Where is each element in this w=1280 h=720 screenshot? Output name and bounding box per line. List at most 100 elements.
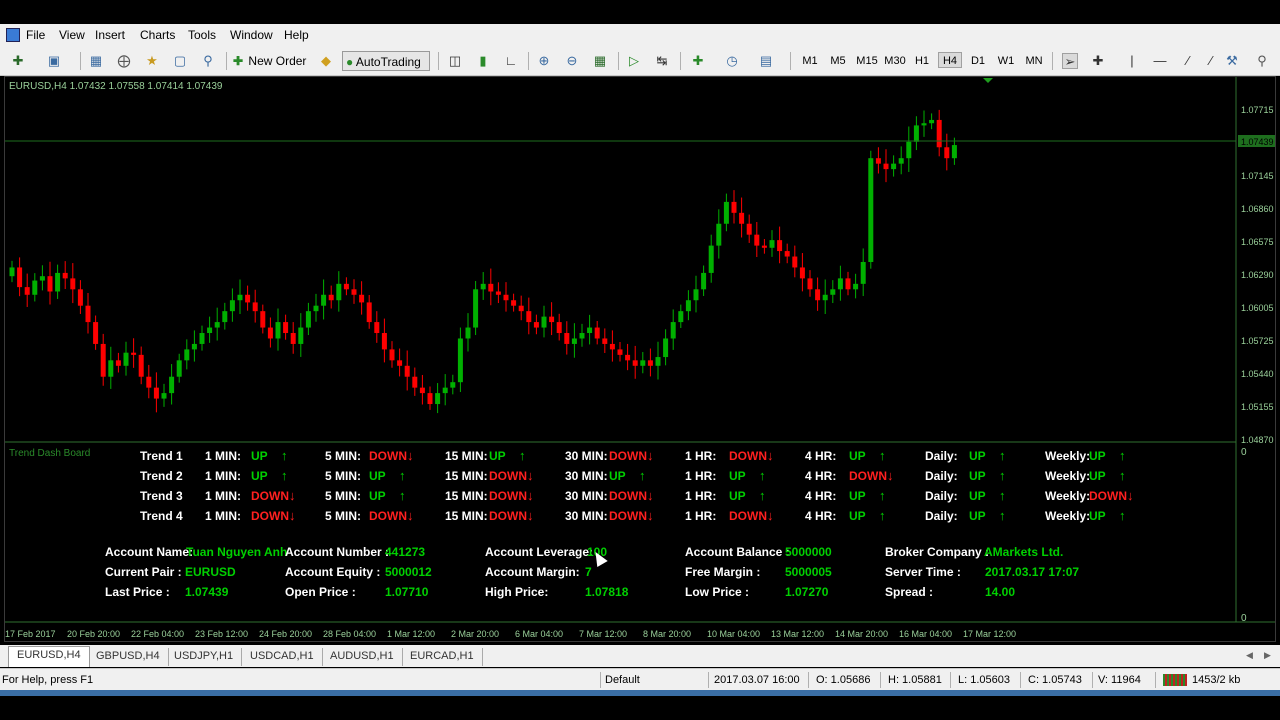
time-label: 17 Mar 12:00 [963,629,1016,639]
candle-body [47,276,53,292]
indicators-icon[interactable]: ✚ [690,53,706,69]
price-label: 1.04870 [1241,435,1274,445]
chart-shift-icon[interactable]: ▷ [626,53,642,69]
candle-body [39,276,45,281]
tab-usdcad-h1[interactable]: USDCAD,H1 [242,648,323,666]
tab-audusd-h1[interactable]: AUDUSD,H1 [322,648,403,666]
bar-chart-icon[interactable]: ◫ [447,53,463,69]
candle-body [70,278,76,290]
indicator-zero-label: 0 [1241,447,1247,458]
timeframe-h1[interactable]: H1 [911,53,933,69]
line-chart-icon[interactable]: ∟ [503,53,519,69]
chart-window[interactable]: 1.07715 1.07439 1.07145 1.06860 1.06575 1.062… [4,76,1276,642]
vertical-line-icon[interactable]: | [1124,53,1140,69]
autotrading-button[interactable]: ● AutoTrading [342,51,430,71]
menu-view[interactable]: View [59,28,85,42]
candle-body [518,305,524,312]
metaeditor-icon[interactable]: ◆ [318,53,334,69]
new-order-icon: ✚ [233,54,244,68]
chart-header: EURUSD,H4 1.07432 1.07558 1.07414 1.0743… [9,81,223,92]
menu-bar: File View Insert Charts Tools Window Hel… [0,24,1280,65]
candle-body [298,327,304,344]
timeframe-mn[interactable]: MN [1023,53,1045,69]
zoom-out-icon[interactable]: ⊖ [564,53,580,69]
timeframe-m1[interactable]: M1 [799,53,821,69]
candle-body [655,357,661,366]
candle-body [245,294,251,303]
horizontal-line-icon[interactable]: — [1152,53,1168,69]
menu-help[interactable]: Help [284,28,309,42]
candle-body [807,278,813,290]
time-label: 10 Mar 04:00 [707,629,760,639]
price-chart[interactable]: 1.07715 1.07439 1.07145 1.06860 1.06575 1.062… [5,77,1275,641]
candle-body [701,272,707,290]
tabs-scroll-left-icon[interactable]: ◀ [1246,650,1253,661]
price-label: 1.05725 [1241,336,1274,346]
profiles-icon[interactable]: ▣ [46,53,62,69]
price-label: 1.06860 [1241,204,1274,214]
new-chart-icon[interactable]: ✚ [10,53,26,69]
menu-insert[interactable]: Insert [95,28,125,42]
crosshair-icon[interactable]: ✚ [1090,53,1106,69]
timeframe-d1[interactable]: D1 [967,53,989,69]
menu-window[interactable]: Window [230,28,273,42]
menu-file[interactable]: File [26,28,45,42]
candle-body [716,223,722,246]
tab-usdjpy-h1[interactable]: USDJPY,H1 [166,648,243,666]
candle-body [746,223,752,235]
candle-body [898,158,904,164]
periods-icon[interactable]: ◷ [724,53,740,69]
tab-gbpusd-h4[interactable]: GBPUSD,H4 [88,648,169,666]
fibonacci-icon[interactable]: ⚒ [1224,53,1240,69]
cursor-icon[interactable]: ➢ [1062,53,1078,69]
candlestick-icon[interactable]: ▮ [475,53,491,69]
candle-body [739,212,745,224]
navigator-icon[interactable]: ⨁ [116,53,132,69]
candle-body [579,333,585,339]
candle-body [632,360,638,366]
candle-body [875,158,881,164]
tab-eurusd-h4[interactable]: EURUSD,H4 [8,646,90,667]
candle-body [457,338,463,383]
candle-body [822,294,828,301]
candle-body [533,322,539,328]
timeframe-h4[interactable]: H4 [938,52,962,68]
timeframe-m15[interactable]: M15 [855,53,879,69]
candle-body [176,360,182,377]
search-icon[interactable]: ⚲ [1254,53,1270,69]
app-icon[interactable] [6,28,20,42]
folder-icon[interactable]: ★ [144,53,160,69]
timeframe-m5[interactable]: M5 [827,53,849,69]
candle-body [115,360,121,366]
timeframe-w1[interactable]: W1 [995,53,1017,69]
menu-charts[interactable]: Charts [140,28,175,42]
status-profile: Default [605,674,640,686]
zoom-in-icon[interactable]: ⊕ [536,53,552,69]
candle-body [792,256,798,268]
candle-body [24,287,30,295]
candle-body [199,333,205,344]
tile-windows-icon[interactable]: ▦ [592,53,608,69]
trendline-icon[interactable]: ∕ [1180,53,1196,69]
tester-icon[interactable]: ⚲ [200,53,216,69]
candle-body [397,360,403,366]
candle-body [146,376,152,388]
candle-body [929,119,935,124]
menu-tools[interactable]: Tools [188,28,216,42]
terminal-icon[interactable]: ▢ [172,53,188,69]
channel-icon[interactable]: ⁄ [1203,53,1219,69]
autoscroll-icon[interactable]: ↹ [654,53,670,69]
taskbar [0,690,1280,696]
timeframe-m30[interactable]: M30 [883,53,907,69]
status-bar: For Help, press F1 Default 2017.03.07 16… [0,668,1280,690]
status-traffic: 1453/2 kb [1192,674,1241,686]
tab-eurcad-h1[interactable]: EURCAD,H1 [402,648,483,666]
candle-body [830,289,836,295]
status-help: For Help, press F1 [2,674,94,686]
market-watch-icon[interactable]: ▦ [88,53,104,69]
time-label: 7 Mar 12:00 [579,629,627,639]
tabs-scroll-right-icon[interactable]: ▶ [1264,650,1271,661]
separator [618,52,619,70]
templates-icon[interactable]: ▤ [758,53,774,69]
candle-body [541,316,547,328]
